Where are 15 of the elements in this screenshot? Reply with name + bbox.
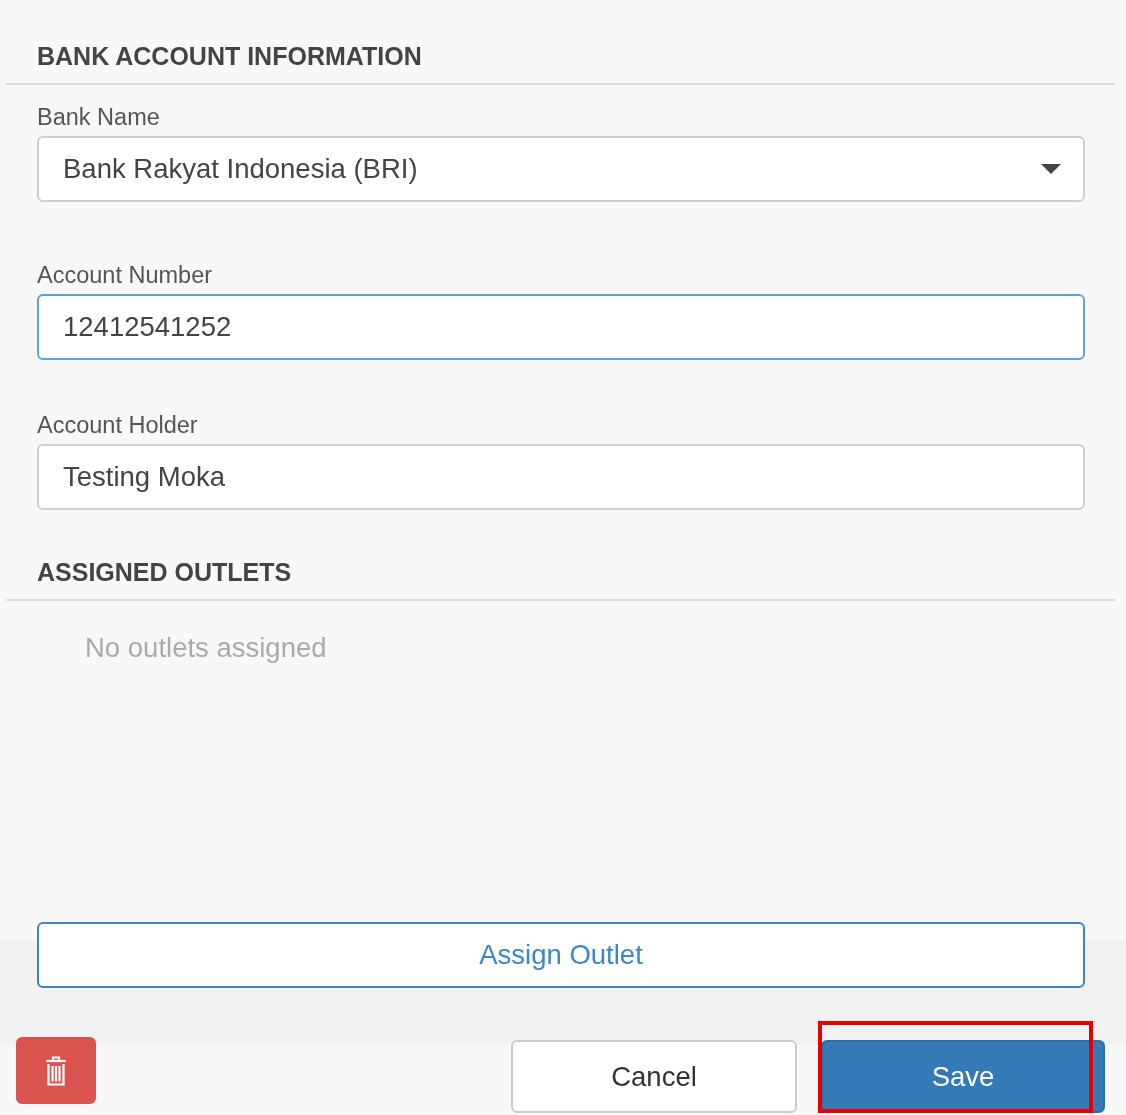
- save-button[interactable]: Save: [821, 1040, 1105, 1113]
- input-field[interactable]: 12412541252: [37, 294, 1085, 360]
- delete-button[interactable]: [16, 1037, 96, 1104]
- input-field[interactable]: Testing Moka: [37, 444, 1085, 510]
- trash-icon: [46, 1055, 66, 1086]
- section-heading: ASSIGNED OUTLETS: [37, 557, 292, 587]
- empty-message: No outlets assigned: [85, 632, 327, 664]
- field-label: Bank Name: [37, 104, 160, 130]
- bank-select[interactable]: Bank Rakyat Indonesia (BRI): [37, 136, 1085, 202]
- section-heading: BANK ACCOUNT INFORMATION: [37, 41, 422, 71]
- assign-outlet-button[interactable]: Assign Outlet: [37, 922, 1085, 988]
- field-label: Account Holder: [37, 412, 198, 438]
- cancel-button[interactable]: Cancel: [511, 1040, 797, 1113]
- field-label: Account Number: [37, 262, 213, 288]
- caret-icon: [1041, 164, 1061, 174]
